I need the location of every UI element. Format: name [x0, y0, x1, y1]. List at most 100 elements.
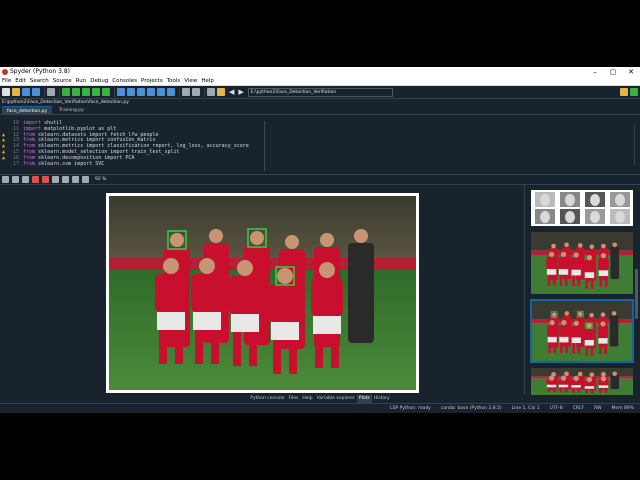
run-cell-advance-icon[interactable] [82, 88, 90, 96]
player-head [600, 376, 607, 382]
next-plot-icon[interactable] [62, 176, 69, 183]
player-head [319, 262, 335, 278]
menu-projects[interactable]: Projects [141, 77, 163, 85]
stop-debug-icon[interactable] [167, 88, 175, 96]
zoom-out-icon[interactable] [72, 176, 79, 183]
menu-search[interactable]: Search [30, 77, 49, 85]
thumbnail-team-photo[interactable] [530, 231, 634, 295]
save-all-plots-icon[interactable] [12, 176, 19, 183]
player [610, 247, 620, 279]
python-path-icon[interactable] [217, 88, 225, 96]
copy-plot-icon[interactable] [22, 176, 29, 183]
face-sample-shape [565, 211, 575, 223]
step-into-icon[interactable] [137, 88, 145, 96]
tab-files[interactable]: Files [287, 395, 301, 403]
tab-variable-explorer[interactable]: Variable explorer [315, 395, 357, 403]
player-leg [559, 387, 563, 393]
player-head [163, 258, 179, 274]
continue-icon[interactable] [157, 88, 165, 96]
settings-icon[interactable] [47, 88, 55, 96]
player-shorts [231, 314, 259, 332]
face-sample-shape [615, 194, 625, 206]
tab-training[interactable]: Training.py [54, 106, 89, 114]
player-head [612, 242, 618, 248]
remove-all-plots-icon[interactable] [42, 176, 49, 183]
player-leg [599, 276, 603, 287]
player [348, 243, 374, 343]
close-button[interactable]: ✕ [622, 67, 640, 77]
code-editor[interactable]: 10 import shutil 11 import matplotlib.pypl… [0, 120, 640, 171]
minimize-button[interactable]: – [586, 67, 604, 77]
player-leg [211, 330, 219, 364]
plot-thumbnails[interactable] [524, 185, 640, 397]
player-leg [547, 274, 551, 286]
step-icon[interactable] [127, 88, 135, 96]
player-leg [547, 387, 551, 393]
menu-edit[interactable]: Edit [15, 77, 26, 85]
player-head [600, 321, 606, 327]
player-head [573, 375, 579, 382]
save-all-icon[interactable] [32, 88, 40, 96]
up-directory-icon[interactable] [630, 88, 638, 96]
menu-help[interactable]: Help [201, 77, 214, 85]
menu-file[interactable]: File [2, 77, 11, 85]
player-leg [590, 278, 594, 289]
save-plot-icon[interactable] [2, 176, 9, 183]
tab-python-console[interactable]: Python console [248, 395, 286, 403]
open-folder-icon[interactable] [12, 88, 20, 96]
file-path-label: E:\python2\Face_Detection_Verifiation\fa… [0, 99, 640, 106]
tab-help[interactable]: Help [300, 395, 314, 403]
menu-tools[interactable]: Tools [167, 77, 181, 85]
zoom-in-icon[interactable] [82, 176, 89, 183]
maximize-button[interactable]: ▢ [604, 67, 622, 77]
previous-plot-icon[interactable] [52, 176, 59, 183]
rerun-icon[interactable] [102, 88, 110, 96]
thumbnail-team-photo-partial[interactable] [530, 367, 634, 397]
run-icon[interactable] [62, 88, 70, 96]
player-leg [289, 340, 297, 374]
debug-icon[interactable] [117, 88, 125, 96]
preferences-icon[interactable] [207, 88, 215, 96]
maximize-pane-icon[interactable] [182, 88, 190, 96]
editor-scrollbar[interactable] [634, 125, 638, 165]
player-head [573, 252, 579, 258]
player-leg [565, 342, 568, 353]
back-arrow-icon[interactable]: ◀ [229, 88, 234, 96]
player-head [250, 231, 264, 245]
thumbnail-scrollbar[interactable] [635, 189, 638, 379]
player-shorts [584, 339, 594, 346]
face-sample-shape [565, 194, 575, 206]
menu-consoles[interactable]: Consoles [112, 77, 137, 85]
menu-run[interactable]: Run [76, 77, 87, 85]
tab-plots[interactable]: Plots [356, 395, 372, 403]
conda-status: conda: base (Python 3.8.5) [440, 406, 502, 411]
thumbnail-team-photo-detected[interactable] [530, 299, 634, 363]
forward-arrow-icon[interactable]: ▶ [238, 88, 243, 96]
player [584, 260, 595, 273]
player-head [612, 371, 618, 377]
tab-face-detection[interactable]: face_detection.py [2, 106, 53, 114]
title-bar: Spyder (Python 3.8) – ▢ ✕ [0, 67, 640, 77]
run-cell-icon[interactable] [72, 88, 80, 96]
menu-debug[interactable]: Debug [90, 77, 108, 85]
player-leg [159, 330, 167, 364]
menu-view[interactable]: View [184, 77, 197, 85]
step-out-icon[interactable] [147, 88, 155, 96]
remove-plot-icon[interactable] [32, 176, 39, 183]
menu-source[interactable]: Source [53, 77, 72, 85]
player-shorts [558, 269, 569, 275]
save-icon[interactable] [22, 88, 30, 96]
thumbnail-faces-grid[interactable] [530, 189, 634, 227]
player [598, 258, 609, 271]
player-leg [560, 342, 563, 353]
fullscreen-icon[interactable] [192, 88, 200, 96]
player-shorts [546, 384, 557, 388]
new-file-icon[interactable] [2, 88, 10, 96]
player-shorts [157, 312, 185, 330]
working-directory-input[interactable]: E:\python2\Face_Detection_Verifiation [247, 87, 393, 97]
player-leg [548, 342, 551, 353]
browse-folder-icon[interactable] [620, 88, 628, 96]
run-selection-icon[interactable] [92, 88, 100, 96]
player [546, 256, 557, 270]
tab-history[interactable]: History [372, 395, 392, 403]
